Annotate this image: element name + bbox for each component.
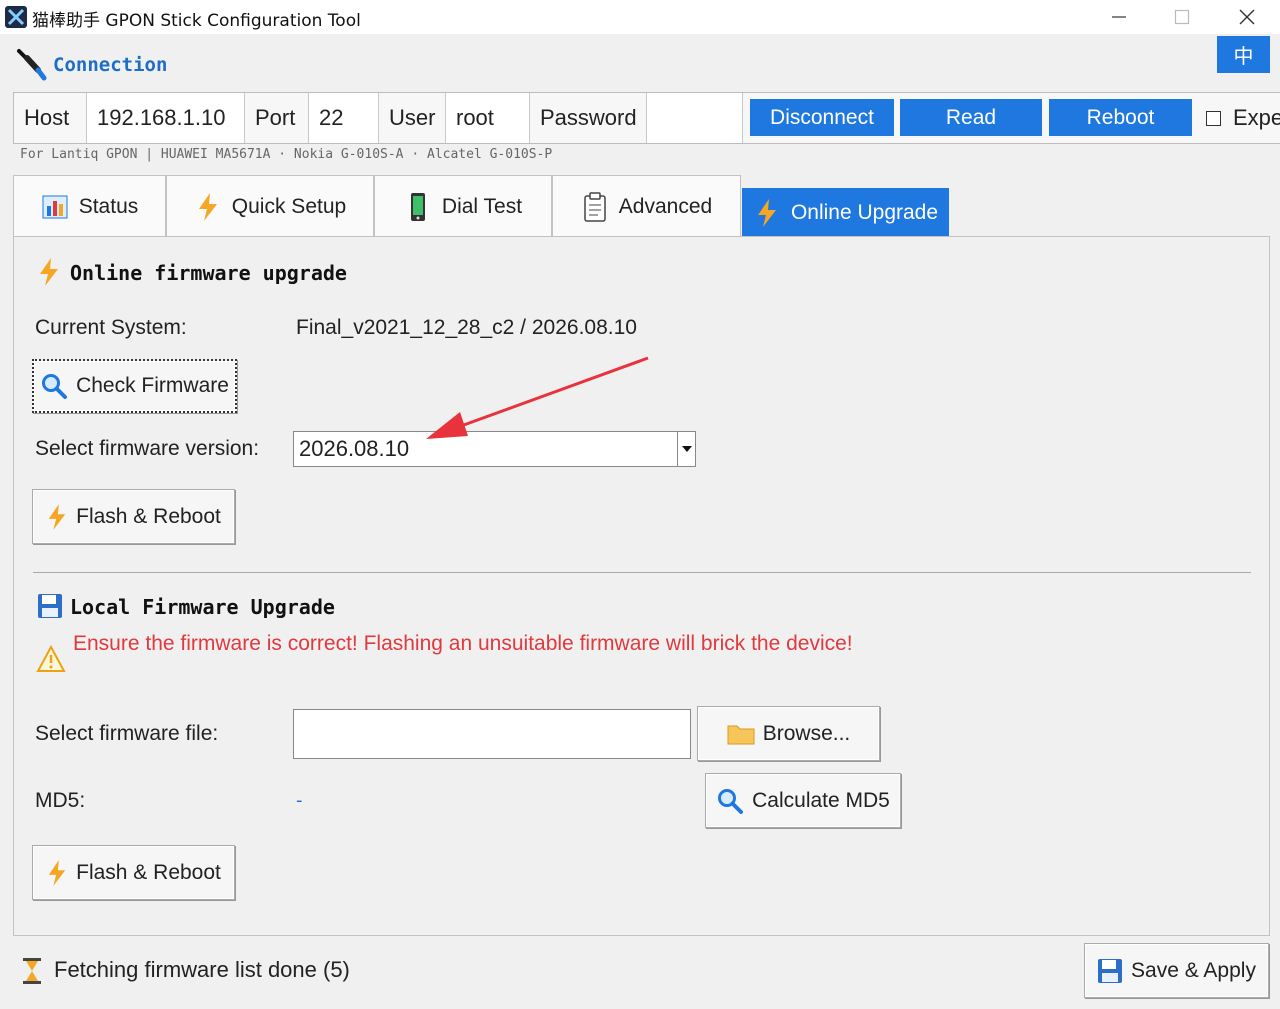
tab-status-label: Status	[78, 194, 139, 218]
lightning-icon	[753, 199, 781, 227]
local-section-title: Local Firmware Upgrade	[70, 595, 335, 619]
close-button[interactable]	[1215, 0, 1279, 34]
online-flash-reboot-button[interactable]: Flash & Reboot	[32, 489, 235, 544]
tab-advanced[interactable]: Advanced	[552, 175, 741, 237]
md5-value: -	[296, 790, 303, 811]
save-apply-button[interactable]: Save & Apply	[1084, 943, 1269, 998]
language-button[interactable]: 中	[1217, 36, 1270, 73]
tab-quick-setup-label: Quick Setup	[231, 194, 347, 218]
phone-icon	[404, 192, 432, 221]
port-label: Port	[245, 93, 309, 143]
floppy-disk-icon	[1098, 958, 1123, 983]
upgrade-panel	[13, 236, 1270, 936]
port-input[interactable]: 22	[309, 93, 379, 143]
reboot-button[interactable]: Reboot	[1049, 99, 1192, 136]
maximize-button[interactable]	[1150, 0, 1214, 34]
floppy-disk-icon	[38, 594, 62, 618]
lightning-icon	[194, 192, 222, 221]
window-title: 猫棒助手 GPON Stick Configuration Tool	[32, 11, 361, 31]
title-bar: 猫棒助手 GPON Stick Configuration Tool	[0, 0, 1280, 34]
search-icon	[718, 788, 744, 814]
bar-chart-icon	[41, 193, 69, 221]
firmware-version-value: 2026.08.10	[299, 436, 410, 461]
hourglass-icon	[23, 958, 41, 984]
current-system-value: Final_v2021_12_28_c2 / 2026.08.10	[296, 316, 637, 339]
tab-dial-test-label: Dial Test	[441, 194, 523, 218]
calculate-md5-label: Calculate MD5	[752, 788, 890, 812]
connection-bar: Host 192.168.1.10 Port 22 User root Pass…	[13, 92, 1280, 144]
password-input[interactable]	[647, 93, 743, 143]
password-label: Password	[530, 93, 647, 143]
md5-label: MD5:	[35, 789, 86, 812]
online-flash-reboot-label: Flash & Reboot	[76, 504, 221, 528]
tab-online-upgrade[interactable]: Online Upgrade	[742, 188, 949, 238]
search-icon	[42, 374, 68, 399]
save-apply-label: Save & Apply	[1131, 958, 1256, 982]
local-flash-reboot-button[interactable]: Flash & Reboot	[32, 845, 235, 900]
local-flash-reboot-label: Flash & Reboot	[76, 860, 221, 884]
user-input[interactable]: root	[446, 93, 530, 143]
clipboard-icon	[581, 191, 609, 222]
folder-icon	[727, 725, 755, 744]
user-label: User	[379, 93, 446, 143]
select-version-label: Select firmware version:	[35, 437, 260, 460]
read-button[interactable]: Read	[900, 99, 1042, 136]
firmware-file-input[interactable]	[293, 709, 691, 759]
connection-title: Connection	[53, 54, 168, 76]
tab-online-upgrade-label: Online Upgrade	[790, 201, 939, 224]
tab-quick-setup[interactable]: Quick Setup	[166, 175, 374, 237]
select-file-label: Select firmware file:	[35, 722, 219, 745]
expert-label: Expe	[1233, 105, 1280, 130]
lightning-icon	[48, 503, 66, 530]
tab-status[interactable]: Status	[13, 175, 166, 237]
online-section-title: Online firmware upgrade	[70, 261, 347, 285]
tab-dial-test[interactable]: Dial Test	[374, 175, 552, 237]
calculate-md5-button[interactable]: Calculate MD5	[705, 773, 901, 828]
section-divider	[33, 572, 1251, 573]
connection-plug-icon	[17, 49, 47, 81]
tab-advanced-label: Advanced	[618, 194, 713, 218]
supported-devices-text: For Lantiq GPON | HUAWEI MA5671A · Nokia…	[20, 147, 553, 162]
annotation-arrow-icon	[426, 356, 649, 439]
status-message: Fetching firmware list done (5)	[54, 957, 350, 982]
check-firmware-label: Check Firmware	[76, 374, 229, 397]
lightning-icon	[40, 258, 58, 286]
expert-checkbox[interactable]	[1206, 110, 1221, 126]
lightning-icon	[48, 859, 66, 886]
host-input[interactable]: 192.168.1.10	[87, 93, 245, 143]
app-icon	[5, 6, 27, 28]
disconnect-button[interactable]: Disconnect	[750, 99, 894, 136]
check-firmware-button[interactable]: Check Firmware	[32, 359, 237, 413]
current-system-label: Current System:	[35, 316, 187, 339]
brick-warning-text: Ensure the firmware is correct! Flashing…	[73, 632, 853, 655]
minimize-icon	[1112, 16, 1126, 18]
dropdown-arrow-icon[interactable]	[677, 432, 695, 466]
close-icon	[1239, 9, 1255, 25]
warning-icon	[36, 645, 66, 672]
maximize-icon	[1174, 9, 1190, 25]
minimize-button[interactable]	[1087, 0, 1151, 34]
host-label: Host	[14, 93, 87, 143]
browse-button[interactable]: Browse...	[697, 706, 880, 761]
expert-toggle[interactable]: Expe	[1206, 103, 1280, 133]
browse-label: Browse...	[762, 721, 851, 745]
